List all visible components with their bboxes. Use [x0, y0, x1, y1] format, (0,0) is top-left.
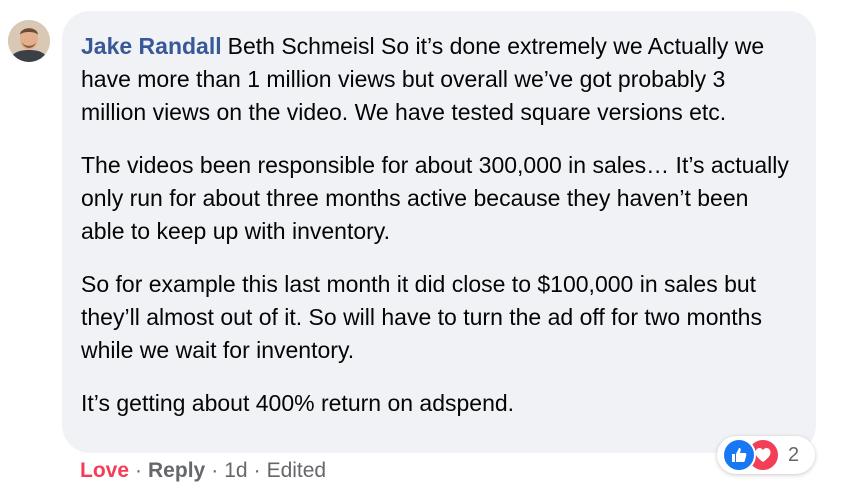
timestamp-link[interactable]: 1d	[224, 459, 247, 482]
comment-paragraph: Jake Randall Beth Schmeisl So it’s done e…	[81, 30, 794, 129]
reactions-summary[interactable]: 2	[717, 436, 815, 474]
edited-label[interactable]: Edited	[267, 459, 327, 482]
comment-actions: Love · Reply · 1d · Edited	[80, 456, 326, 486]
comment-paragraph: So for example this last month it did cl…	[81, 271, 762, 363]
reaction-count: 2	[788, 443, 800, 466]
comment-bubble: Jake Randall Beth Schmeisl So it’s done e…	[62, 11, 816, 453]
love-reaction-button[interactable]: Love	[80, 459, 129, 482]
reply-button[interactable]: Reply	[148, 459, 205, 482]
separator: ·	[211, 459, 219, 482]
separator: ·	[253, 459, 261, 482]
separator: ·	[135, 459, 143, 482]
avatar[interactable]	[8, 20, 50, 62]
like-icon	[722, 438, 756, 472]
avatar-photo-icon	[8, 20, 50, 62]
comment-paragraph: The videos been responsible for about 30…	[81, 152, 789, 244]
comment-paragraph: It’s getting about 400% return on adspen…	[81, 390, 515, 416]
author-name-link[interactable]: Jake Randall	[81, 33, 222, 59]
comment-container: Jake Randall Beth Schmeisl So it’s done e…	[0, 0, 844, 504]
